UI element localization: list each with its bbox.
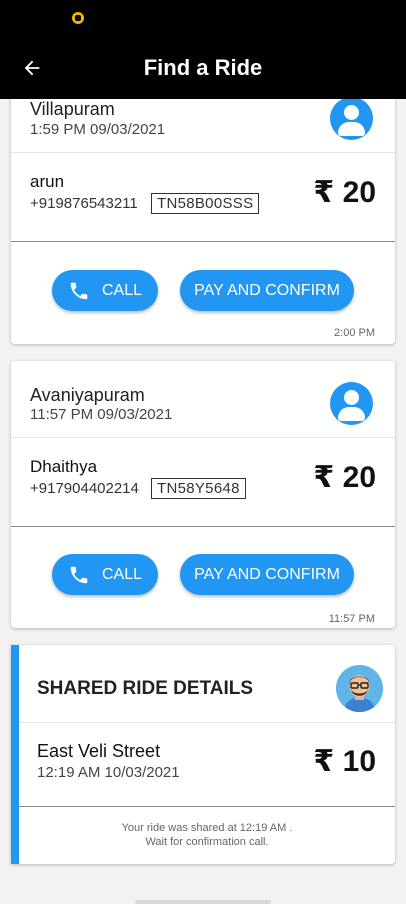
call-button[interactable]: CALL [52, 270, 158, 311]
driver-details: Dhaithya +917904402214 TN58Y5648 ₹ 20 [11, 438, 395, 527]
ride-place: Villapuram [30, 99, 115, 119]
ride-place: Avaniyapuram [30, 385, 145, 405]
shared-note-line-2: Wait for confirmation call. [145, 836, 269, 848]
shared-ride-status-note: Your ride was shared at 12:19 AM . Wait … [19, 821, 395, 849]
shared-ride-card: SHARED RIDE DETAILS East Veli Street 12:… [11, 645, 395, 864]
call-button[interactable]: CALL [52, 554, 158, 595]
vehicle-plate: TN58B00SSS [151, 193, 260, 214]
ride-card: Avaniyapuram 11:57 PM 09/03/2021 Dhaithy… [11, 361, 395, 628]
ride-header: Villapuram 1:59 PM 09/03/2021 [11, 99, 395, 153]
ride-time-note: 2:00 PM [334, 327, 375, 339]
status-bar [0, 0, 406, 38]
notification-icon [72, 12, 84, 24]
shared-ride-header: SHARED RIDE DETAILS [19, 645, 395, 723]
ride-timestamp: 1:59 PM 09/03/2021 [30, 121, 166, 138]
driver-name: Dhaithya [30, 457, 98, 476]
app-bar: Find a Ride [0, 38, 406, 99]
driver-name: arun [30, 172, 65, 191]
call-label: CALL [101, 565, 143, 583]
home-indicator [135, 900, 271, 904]
shared-ride-timestamp: 12:19 AM 10/03/2021 [37, 764, 180, 781]
driver-phone: +919876543211 [30, 195, 138, 212]
driver-phone: +917904402214 [30, 480, 139, 497]
shared-ride-place: East Veli Street [37, 741, 161, 761]
user-icon [330, 99, 373, 140]
shared-ride-title: SHARED RIDE DETAILS [37, 678, 254, 699]
ride-timestamp: 11:57 PM 09/03/2021 [30, 406, 173, 423]
page-title: Find a Ride [143, 55, 263, 80]
shared-ride-fare: ₹ 10 [313, 745, 376, 778]
phone-icon [70, 566, 88, 583]
ride-list[interactable]: Villapuram 1:59 PM 09/03/2021 arun +9198… [0, 99, 406, 904]
vehicle-plate: TN58Y5648 [151, 478, 246, 499]
call-label: CALL [101, 281, 143, 299]
driver-details: arun +919876543211 TN58B00SSS ₹ 20 [11, 153, 395, 242]
ride-header: Avaniyapuram 11:57 PM 09/03/2021 [11, 361, 395, 438]
ride-card: Villapuram 1:59 PM 09/03/2021 arun +9198… [11, 99, 395, 344]
shared-ride-details: East Veli Street 12:19 AM 10/03/2021 ₹ 1… [19, 723, 395, 807]
ride-fare: ₹ 20 [313, 461, 376, 494]
shared-note-line-1: Your ride was shared at 12:19 AM . [121, 822, 293, 834]
ride-fare: ₹ 20 [313, 176, 376, 209]
pay-and-confirm-button[interactable]: PAY AND CONFIRM [180, 270, 354, 311]
phone-icon [70, 282, 88, 299]
pay-and-confirm-button[interactable]: PAY AND CONFIRM [180, 554, 354, 595]
ride-time-note: 11:57 PM [328, 613, 375, 625]
avatar-illustration-icon [336, 665, 383, 712]
user-icon [330, 382, 373, 425]
